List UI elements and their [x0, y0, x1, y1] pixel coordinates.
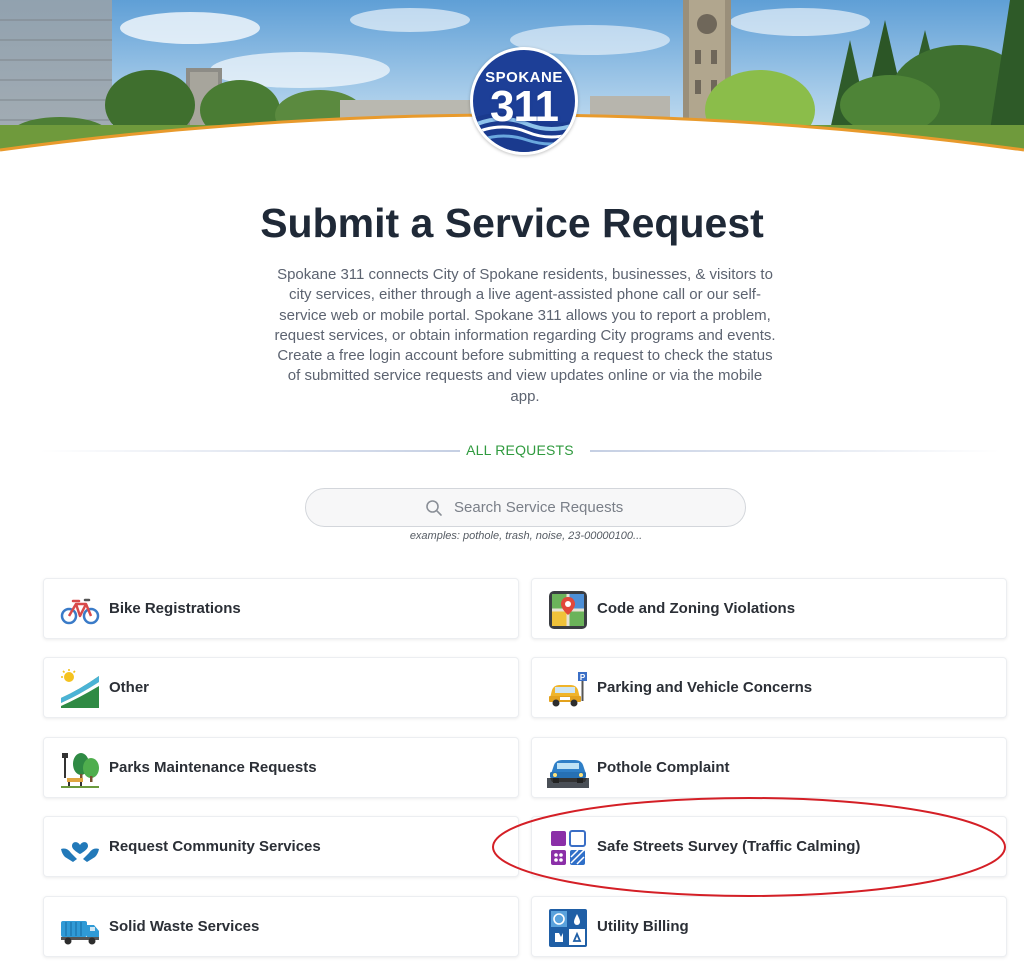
logo-311-text: 311	[490, 82, 559, 131]
intro-paragraph: Spokane 311 connects City of Spokane res…	[274, 266, 776, 405]
car-pothole-icon	[547, 760, 589, 788]
hillside-icon	[61, 669, 99, 708]
bicycle-icon	[60, 598, 100, 625]
request-card-utility-billing[interactable]: Utility Billing	[531, 896, 1007, 957]
request-card-parks-maintenance[interactable]: Parks Maintenance Requests	[43, 737, 519, 798]
search-examples: examples: pothole, trash, noise, 23-0000…	[409, 530, 643, 542]
all-requests-heading: ALL REQUESTS	[466, 442, 574, 458]
request-card-label: Code and Zoning Violations	[597, 600, 796, 617]
request-card-parking-vehicle[interactable]: P Parking and Vehicle Concerns	[531, 657, 1007, 718]
request-card-label: Utility Billing	[597, 918, 689, 935]
garbage-truck-icon	[61, 921, 99, 945]
request-card-label: Pothole Complaint	[597, 759, 730, 776]
request-card-safe-streets-survey[interactable]: Safe Streets Survey (Traffic Calming)	[531, 816, 1007, 877]
map-pin-icon	[549, 591, 587, 629]
request-card-other[interactable]: Other	[43, 657, 519, 718]
request-card-community-services[interactable]: Request Community Services	[43, 816, 519, 877]
page-title: Submit a Service Request	[260, 200, 764, 246]
heart-hands-icon	[61, 842, 99, 862]
parking-car-icon: P	[549, 672, 587, 707]
request-card-pothole-complaint[interactable]: Pothole Complaint	[531, 737, 1007, 798]
request-card-label: Parking and Vehicle Concerns	[597, 679, 813, 696]
request-card-bike-registrations[interactable]: Bike Registrations	[43, 578, 519, 639]
spokane-311-logo: SPOKANE 311	[470, 47, 578, 155]
request-card-label: Solid Waste Services	[109, 918, 260, 935]
request-card-code-zoning[interactable]: Code and Zoning Violations	[531, 578, 1007, 639]
search-icon	[426, 500, 442, 516]
traffic-blocks-icon	[551, 830, 586, 865]
request-card-solid-waste[interactable]: Solid Waste Services	[43, 896, 519, 957]
section-divider: ALL REQUESTS	[40, 440, 1000, 462]
request-card-label: Other	[109, 679, 150, 696]
utility-grid-icon	[549, 909, 587, 947]
search-placeholder: Search Service Requests	[454, 499, 624, 516]
svg-text:P: P	[580, 673, 586, 682]
search-input[interactable]: Search Service Requests	[305, 488, 746, 527]
park-trees-icon	[61, 753, 99, 788]
request-card-label: Parks Maintenance Requests	[109, 759, 317, 776]
request-card-label: Request Community Services	[109, 838, 321, 855]
request-card-label: Safe Streets Survey (Traffic Calming)	[597, 838, 861, 855]
request-card-label: Bike Registrations	[109, 600, 241, 617]
